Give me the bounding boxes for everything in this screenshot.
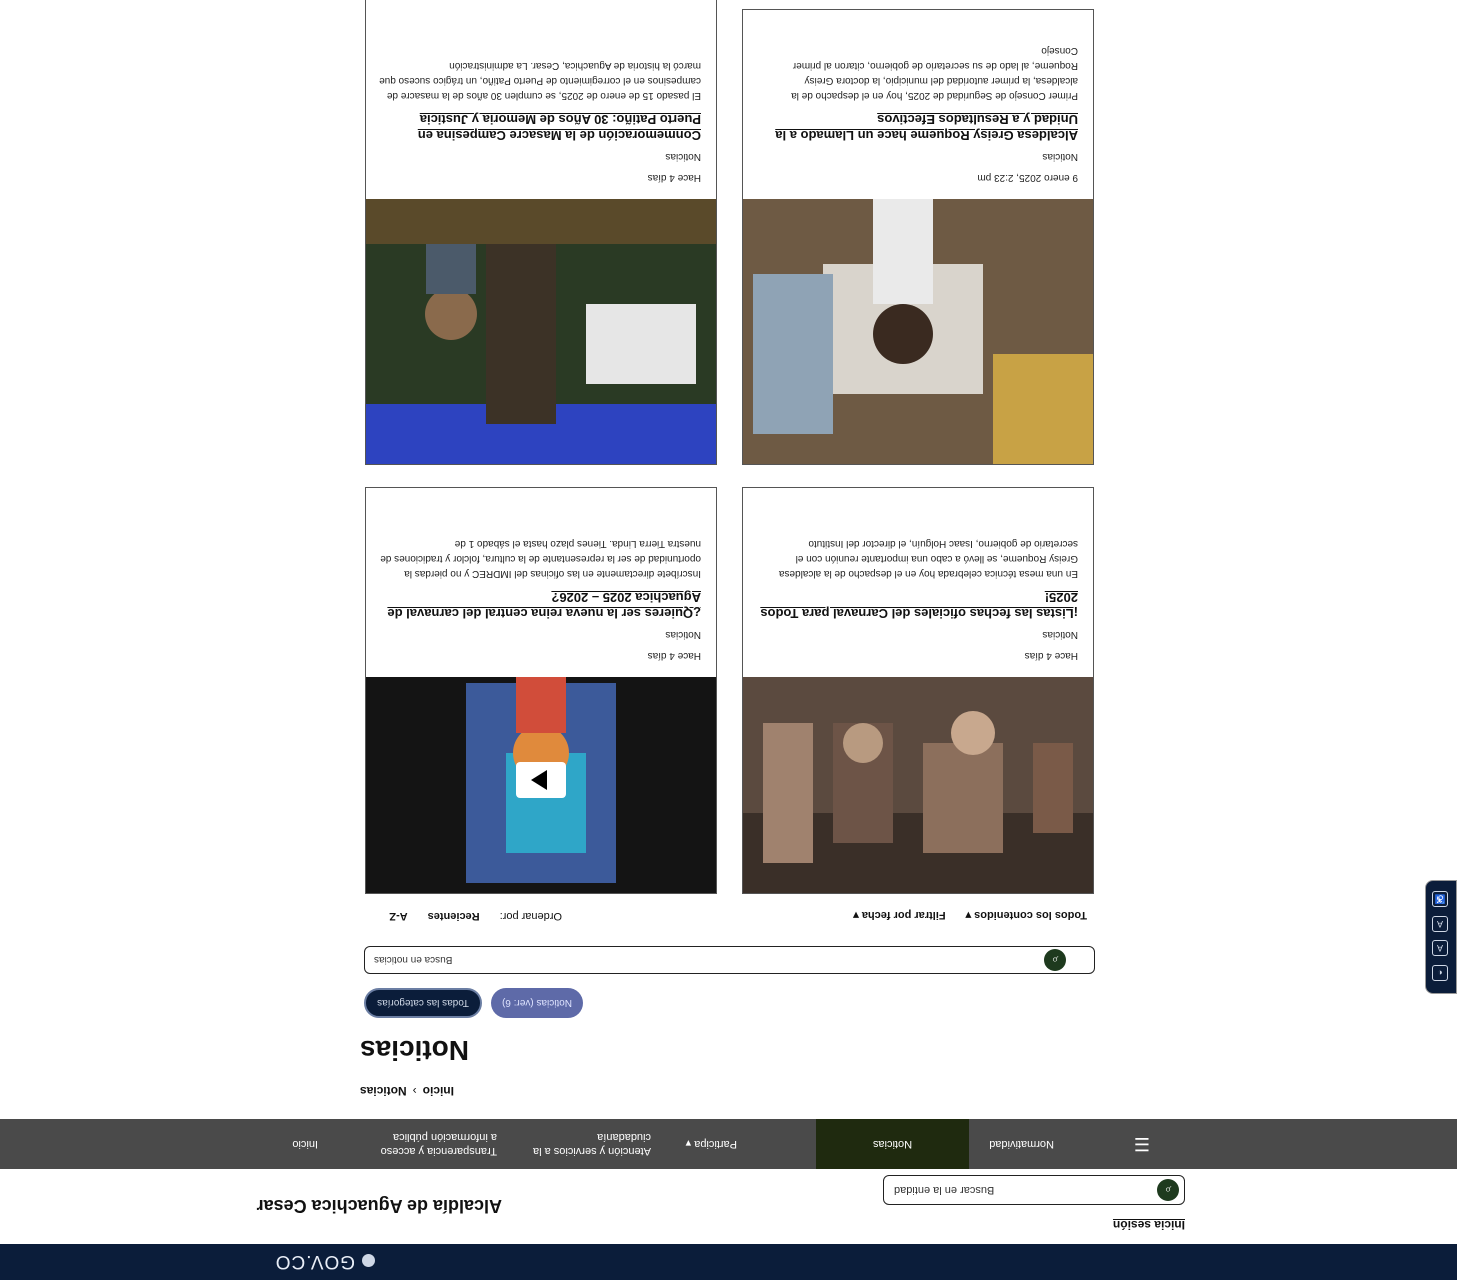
font-plus-icon[interactable]: A: [1432, 916, 1448, 932]
news-card[interactable]: Hace 4 días Noticias ¿Quieres ser la nue…: [365, 487, 717, 894]
news-title[interactable]: ¿Quieres ser la nueva reina central del …: [379, 589, 701, 621]
site-search-input[interactable]: ⌕ Buscar en la entidad: [883, 1175, 1185, 1205]
news-title[interactable]: Alcaldesa Greisy Roqueme hace un Llamado…: [756, 111, 1078, 143]
news-title[interactable]: Conmemoración de la Masacre Campesina en…: [379, 111, 701, 143]
site-title[interactable]: Alcaldía de Aguachica Cesar: [257, 1195, 502, 1216]
content-filters: Todos los contenidos ▾ Filtrar por fecha…: [853, 909, 1087, 922]
chip-all-categories[interactable]: Todas las categorías: [364, 988, 482, 1018]
news-date: 9 enero 2025, 2:23 pm: [977, 172, 1078, 183]
news-card[interactable]: 9 enero 2025, 2:23 pm Noticias Alcaldesa…: [742, 9, 1094, 465]
font-minus-icon[interactable]: A: [1432, 940, 1448, 956]
nav-item-normatividad[interactable]: Normatividad: [989, 1119, 1054, 1169]
main-nav: Inicio Transparencia y acceso a informaci…: [0, 1119, 1457, 1169]
news-category[interactable]: Noticias: [756, 629, 1078, 640]
breadcrumb-current: Noticias: [359, 1084, 407, 1098]
page-title: Noticias: [360, 1035, 469, 1066]
sort-controls: Ordenar por: Recientes A-Z: [389, 910, 562, 922]
news-excerpt: Inscríbete directamente en las oficinas …: [380, 538, 701, 579]
news-card[interactable]: Hace 4 días Noticias ¡Listas las fechas …: [742, 487, 1094, 894]
sort-label: Ordenar por:: [499, 910, 562, 922]
news-card-image: [742, 677, 1093, 893]
nav-item-noticias[interactable]: Noticias: [816, 1119, 969, 1169]
chevron-down-icon: ▾: [685, 1137, 692, 1150]
chip-noticias[interactable]: Noticias (ver: 6): [491, 988, 583, 1018]
filter-date[interactable]: Filtrar por fecha ▾: [853, 909, 945, 922]
accessibility-icon[interactable]: ♿: [1432, 891, 1448, 907]
news-category[interactable]: Noticias: [379, 629, 701, 640]
nav-item-transparencia[interactable]: Transparencia y acceso a información públ…: [381, 1119, 497, 1169]
filter-contents[interactable]: Todos los contenidos ▾: [966, 909, 1087, 922]
news-excerpt: En una mesa técnica celebrada hoy en el …: [778, 538, 1078, 579]
login-link[interactable]: Inicia sesión: [1113, 1218, 1185, 1232]
site-search-placeholder: Buscar en la entidad: [894, 1184, 995, 1196]
news-category[interactable]: Noticias: [756, 151, 1078, 162]
play-icon[interactable]: [516, 762, 566, 798]
nav-item-atencion[interactable]: Atención y servicios a la ciudadanía: [533, 1119, 651, 1169]
gov-co-bar: GOV.CO: [0, 1244, 1457, 1280]
menu-icon[interactable]: ☰: [1134, 1133, 1150, 1154]
sort-recent[interactable]: Recientes: [428, 910, 480, 922]
accessibility-toolbar: ◐ A A ♿: [1425, 880, 1457, 994]
nav-item-inicio[interactable]: Inicio: [292, 1119, 318, 1169]
news-excerpt: El pasado 15 de enero de 2025, se cumple…: [379, 60, 701, 101]
news-category[interactable]: Noticias: [379, 151, 701, 162]
sort-az[interactable]: A-Z: [389, 910, 407, 922]
news-card-image: [742, 199, 1093, 464]
news-excerpt: Primer Consejo de Seguridad de 2025, hoy…: [791, 45, 1078, 101]
search-icon[interactable]: ⌕: [1044, 949, 1066, 971]
breadcrumb: Inicio›Noticias: [359, 1084, 454, 1098]
news-date: Hace 4 días: [1024, 650, 1078, 661]
news-search-placeholder: Busca en noticias: [374, 954, 453, 965]
search-icon[interactable]: ⌕: [1157, 1179, 1179, 1201]
gov-co-logo[interactable]: GOV.CO: [275, 1250, 375, 1272]
contrast-icon[interactable]: ◐: [1432, 965, 1448, 981]
news-date: Hace 4 días: [647, 650, 701, 661]
gov-co-emblem-icon: [362, 1254, 375, 1268]
news-card[interactable]: Hace 4 días Noticias Conmemoración de la…: [365, 0, 717, 465]
news-date: Hace 4 días: [647, 172, 701, 183]
breadcrumb-home[interactable]: Inicio: [423, 1084, 454, 1098]
news-card-image: [365, 199, 716, 464]
news-search-input[interactable]: ⌕ Busca en noticias: [364, 946, 1095, 974]
nav-item-participa[interactable]: Participa ▾: [686, 1119, 737, 1169]
news-title[interactable]: ¡Listas las fechas oficiales del Carnava…: [756, 589, 1078, 621]
